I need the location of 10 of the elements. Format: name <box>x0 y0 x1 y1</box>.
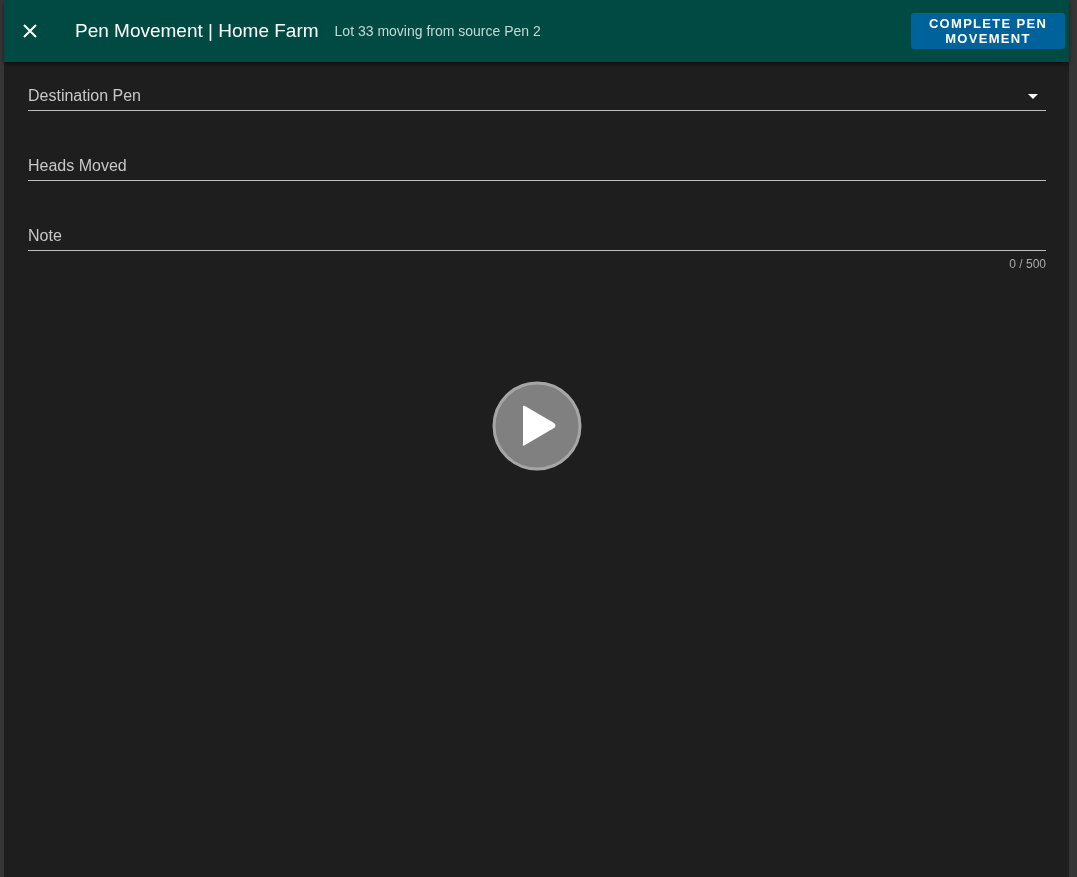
complete-button[interactable]: COMPLETE PEN MOVEMENT <box>911 13 1065 49</box>
play-button[interactable] <box>491 381 582 471</box>
close-icon <box>23 24 37 38</box>
dialog-subtitle: Lot 33 moving from source Pen 2 <box>334 23 541 39</box>
dialog-title: Pen Movement | Home Farm <box>75 20 319 42</box>
dropdown-caret-icon <box>1028 93 1038 99</box>
select-field[interactable]: Destination Pen <box>28 82 1046 111</box>
character-counter: 0 / 500 <box>1009 257 1046 271</box>
input-field[interactable]: Heads Moved <box>28 152 1046 181</box>
input-field[interactable]: Note <box>28 222 1046 251</box>
